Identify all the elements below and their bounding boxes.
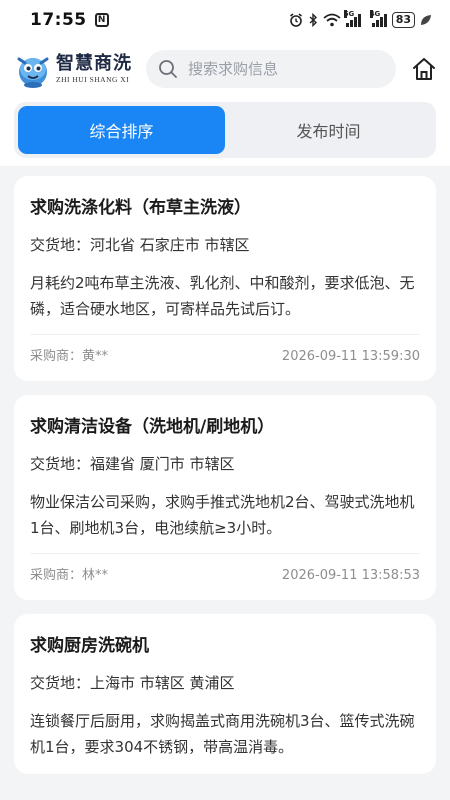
listing-description: 物业保洁公司采购，求购手推式洗地机2台、驾驶式洗地机1台、刷地机3台，电池续航≥… (30, 493, 415, 537)
signal-4g-icon: 4G (369, 9, 387, 27)
brand-name-en: ZHI HUI SHANG XI (56, 75, 130, 84)
app-header: 智慧商洗 ZHI HUI SHANG XI (0, 40, 450, 98)
listing-title: 求购洗涤化料（布草主洗液） (30, 198, 251, 218)
listing-location: 交货地：河北省 石家庄市 市辖区 (30, 236, 250, 254)
listing-location: 交货地：上海市 市辖区 黄浦区 (30, 674, 235, 692)
leaf-icon (421, 15, 431, 25)
home-icon (413, 58, 435, 80)
list-item[interactable]: 求购洗涤化料（布草主洗液） 交货地：河北省 石家庄市 市辖区 月耗约2吨布草主洗… (14, 176, 436, 381)
divider (30, 334, 420, 335)
signal-5g-icon: 5G (343, 9, 361, 27)
tab-comprehensive-sort[interactable]: 综合排序 (18, 106, 225, 154)
search-bar[interactable] (146, 50, 396, 88)
nfc-icon: N (94, 13, 109, 27)
search-icon (159, 60, 177, 78)
listing-time: 2026-09-11 13:59:30 (281, 349, 420, 364)
sort-tabs-container: 综合排序 发布时间 (0, 98, 450, 166)
sort-tabs: 综合排序 发布时间 (14, 102, 436, 158)
home-button[interactable] (410, 55, 438, 83)
listing-title: 求购厨房洗碗机 (30, 636, 149, 656)
listing-description: 月耗约2吨布草主洗液、乳化剂、中和酸剂，要求低泡、无磷，适合硬水地区，可寄样品先… (30, 274, 415, 318)
brand-name-cn: 智慧商洗 (56, 53, 132, 74)
listing-location: 交货地：福建省 厦门市 市辖区 (30, 455, 235, 473)
status-bar: 17:55 N 5G 4G 83 (0, 0, 450, 40)
wifi-icon (323, 13, 341, 27)
mascot-logo-icon (17, 57, 49, 88)
listing-title: 求购清洁设备（洗地机/刷地机） (30, 417, 275, 437)
list-item[interactable]: 求购厨房洗碗机 交货地：上海市 市辖区 黄浦区 连锁餐厅后厨用，求购揭盖式商用洗… (14, 614, 436, 774)
app-logo[interactable]: 智慧商洗 ZHI HUI SHANG XI (14, 49, 142, 89)
list-item[interactable]: 求购清洁设备（洗地机/刷地机） 交货地：福建省 厦门市 市辖区 物业保洁公司采购… (14, 395, 436, 600)
bluetooth-icon (309, 13, 317, 27)
divider (30, 553, 420, 554)
status-time: 17:55 (30, 10, 87, 30)
listing-time: 2026-09-11 13:58:53 (281, 568, 420, 583)
listing-buyer: 采购商：林** (30, 568, 109, 583)
listing-buyer: 采购商：黄** (30, 349, 109, 364)
purchase-request-list: 求购洗涤化料（布草主洗液） 交货地：河北省 石家庄市 市辖区 月耗约2吨布草主洗… (0, 166, 450, 774)
search-input[interactable] (188, 60, 368, 78)
alarm-icon (289, 13, 302, 27)
battery-icon: 83 (391, 12, 415, 28)
tab-publish-time[interactable]: 发布时间 (225, 106, 432, 154)
listing-description: 连锁餐厅后厨用，求购揭盖式商用洗碗机3台、篮传式洗碗机1台，要求304不锈钢，带… (30, 712, 415, 756)
